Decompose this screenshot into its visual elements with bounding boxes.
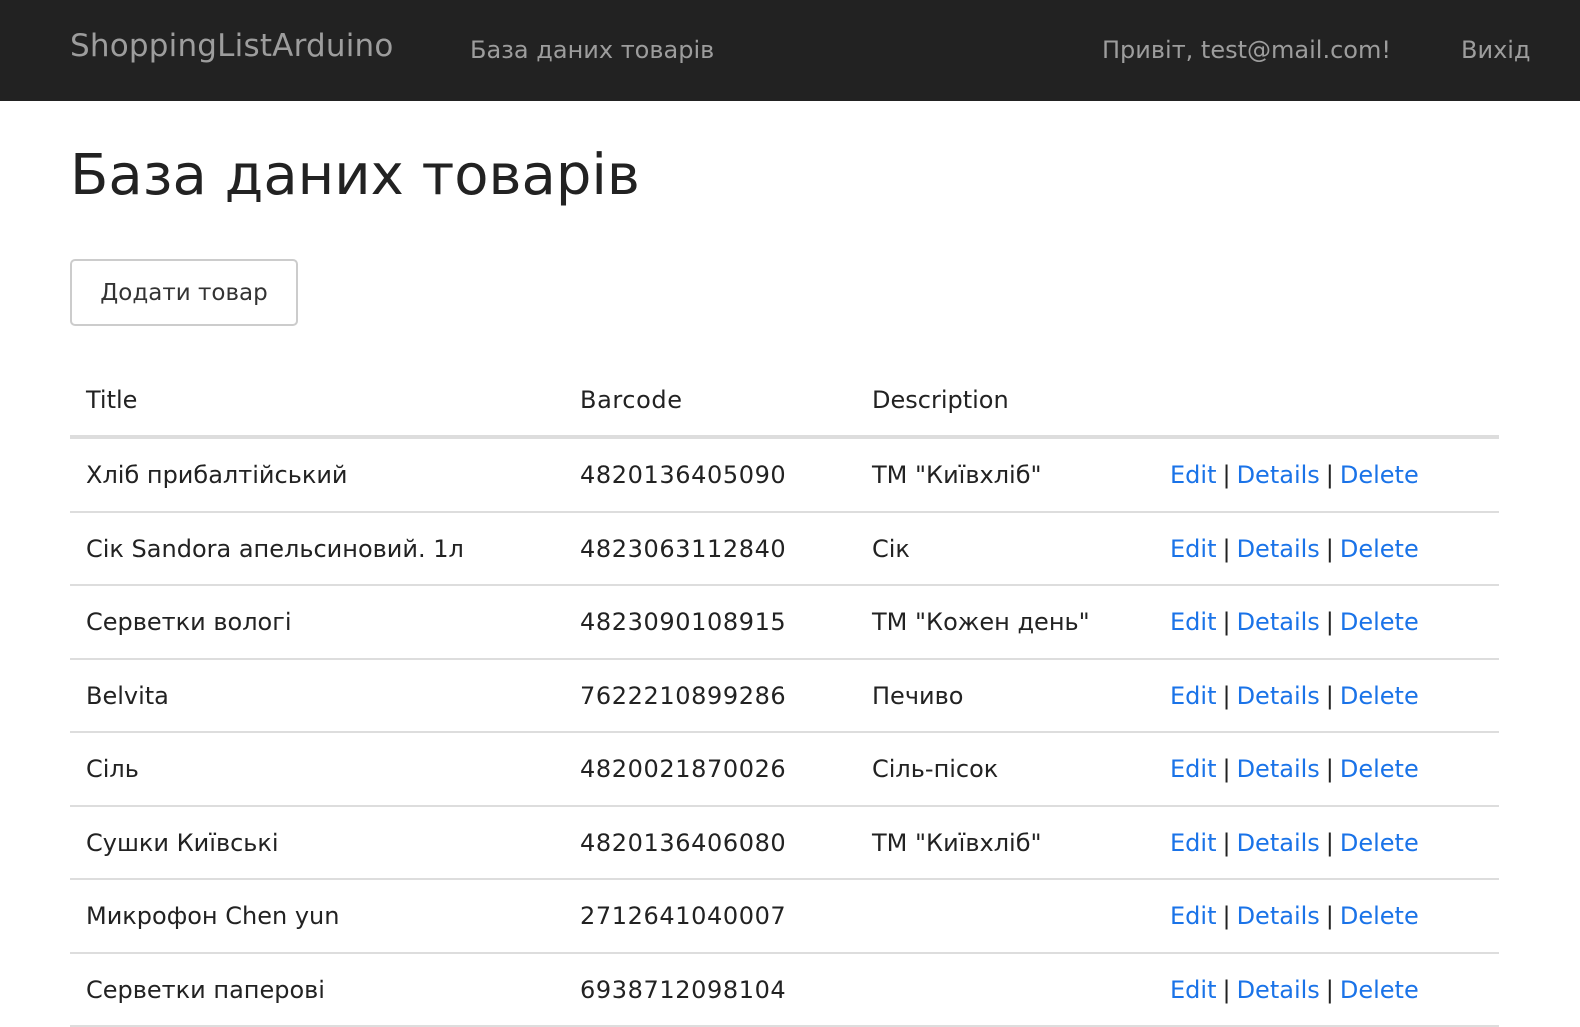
cell-title: Микрофон Chen yun bbox=[86, 902, 339, 930]
cell-barcode: 4823090108915 bbox=[580, 608, 786, 636]
user-greeting-link[interactable]: Привіт, test@mail.com! bbox=[1102, 36, 1391, 64]
logout-link[interactable]: Вихід bbox=[1461, 36, 1531, 64]
cell-barcode: 4820136405090 bbox=[580, 461, 786, 489]
table-row: Сушки Київські 4820136406080 ТМ "Київхліб"… bbox=[70, 807, 1499, 881]
brand-link[interactable]: ShoppingListArduino bbox=[70, 28, 394, 64]
row-actions: Edit|Details|Delete bbox=[1170, 976, 1419, 1004]
details-link[interactable]: Details bbox=[1237, 976, 1320, 1004]
nav-products-db-link[interactable]: База даних товарів bbox=[470, 36, 714, 64]
cell-barcode: 7622210899286 bbox=[580, 682, 786, 710]
action-separator: | bbox=[1222, 682, 1230, 710]
table-row: Хліб прибалтійський 4820136405090 ТМ "Київ… bbox=[70, 439, 1499, 513]
edit-link[interactable]: Edit bbox=[1170, 682, 1216, 710]
cell-description: Печиво bbox=[872, 682, 963, 710]
action-separator: | bbox=[1326, 535, 1334, 563]
delete-link[interactable]: Delete bbox=[1340, 902, 1419, 930]
details-link[interactable]: Details bbox=[1237, 608, 1320, 636]
delete-link[interactable]: Delete bbox=[1340, 829, 1419, 857]
table-row: Belvita7622210899286ПечивоEdit|Details|D… bbox=[70, 660, 1499, 734]
table-header-row: Title Barcode Description bbox=[70, 366, 1499, 439]
details-link[interactable]: Details bbox=[1237, 902, 1320, 930]
delete-link[interactable]: Delete bbox=[1340, 535, 1419, 563]
row-actions: Edit|Details|Delete bbox=[1170, 829, 1419, 857]
edit-link[interactable]: Edit bbox=[1170, 976, 1216, 1004]
cell-description: ТМ "Київхліб" bbox=[872, 461, 1042, 489]
cell-title: Сушки Київські bbox=[86, 829, 279, 857]
action-separator: | bbox=[1326, 976, 1334, 1004]
row-actions: Edit|Details|Delete bbox=[1170, 682, 1419, 710]
table-row: Микрофон Chen yun2712641040007Edit|Detai… bbox=[70, 880, 1499, 954]
edit-link[interactable]: Edit bbox=[1170, 535, 1216, 563]
details-link[interactable]: Details bbox=[1237, 461, 1320, 489]
row-actions: Edit|Details|Delete bbox=[1170, 461, 1419, 489]
add-product-button[interactable]: Додати товар bbox=[70, 259, 298, 326]
delete-link[interactable]: Delete bbox=[1340, 682, 1419, 710]
cell-barcode: 4820136406080 bbox=[580, 829, 786, 857]
cell-description: Сіль-пісок bbox=[872, 755, 998, 783]
action-separator: | bbox=[1222, 976, 1230, 1004]
row-actions: Edit|Details|Delete bbox=[1170, 902, 1419, 930]
header-title: Title bbox=[86, 386, 137, 414]
details-link[interactable]: Details bbox=[1237, 755, 1320, 783]
edit-link[interactable]: Edit bbox=[1170, 755, 1216, 783]
delete-link[interactable]: Delete bbox=[1340, 755, 1419, 783]
action-separator: | bbox=[1222, 755, 1230, 783]
delete-link[interactable]: Delete bbox=[1340, 461, 1419, 489]
cell-barcode: 4820021870026 bbox=[580, 755, 786, 783]
top-navbar: ShoppingListArduino База даних товарів П… bbox=[0, 0, 1580, 101]
table-row: Серветки вологі 4823090108915 ТМ "Кожен де… bbox=[70, 586, 1499, 660]
edit-link[interactable]: Edit bbox=[1170, 902, 1216, 930]
edit-link[interactable]: Edit bbox=[1170, 829, 1216, 857]
table-body: Хліб прибалтійський 4820136405090 ТМ "Київ… bbox=[70, 439, 1499, 1027]
delete-link[interactable]: Delete bbox=[1340, 976, 1419, 1004]
action-separator: | bbox=[1222, 608, 1230, 636]
action-separator: | bbox=[1222, 829, 1230, 857]
action-separator: | bbox=[1222, 902, 1230, 930]
cell-title: Серветки паперові bbox=[86, 976, 325, 1004]
details-link[interactable]: Details bbox=[1237, 829, 1320, 857]
action-separator: | bbox=[1326, 461, 1334, 489]
cell-description: ТМ "Кожен день" bbox=[872, 608, 1090, 636]
action-separator: | bbox=[1326, 608, 1334, 636]
products-table: Title Barcode Description Хліб прибалтій… bbox=[70, 366, 1499, 1027]
table-row: Серветки паперові6938712098104Edit|Detai… bbox=[70, 954, 1499, 1027]
page-title: База даних товарів bbox=[70, 143, 640, 208]
action-separator: | bbox=[1326, 755, 1334, 783]
row-actions: Edit|Details|Delete bbox=[1170, 755, 1419, 783]
row-actions: Edit|Details|Delete bbox=[1170, 608, 1419, 636]
cell-title: Серветки вологі bbox=[86, 608, 292, 636]
edit-link[interactable]: Edit bbox=[1170, 608, 1216, 636]
header-description: Description bbox=[872, 386, 1009, 414]
cell-title: Хліб прибалтійський bbox=[86, 461, 348, 489]
cell-barcode: 6938712098104 bbox=[580, 976, 786, 1004]
cell-title: Belvita bbox=[86, 682, 169, 710]
action-separator: | bbox=[1326, 829, 1334, 857]
cell-barcode: 2712641040007 bbox=[580, 902, 786, 930]
table-row: Сік Sandora апельсиновий. 1л 482306311284… bbox=[70, 513, 1499, 587]
action-separator: | bbox=[1222, 535, 1230, 563]
action-separator: | bbox=[1326, 682, 1334, 710]
details-link[interactable]: Details bbox=[1237, 682, 1320, 710]
cell-description: ТМ "Київхліб" bbox=[872, 829, 1042, 857]
cell-title: Сіль bbox=[86, 755, 139, 783]
cell-title: Сік Sandora апельсиновий. 1л bbox=[86, 535, 464, 563]
row-actions: Edit|Details|Delete bbox=[1170, 535, 1419, 563]
header-barcode: Barcode bbox=[580, 386, 683, 414]
cell-description: Сік bbox=[872, 535, 910, 563]
action-separator: | bbox=[1222, 461, 1230, 489]
cell-barcode: 4823063112840 bbox=[580, 535, 786, 563]
table-row: Сіль4820021870026Сіль-пісокEdit|Details|… bbox=[70, 733, 1499, 807]
action-separator: | bbox=[1326, 902, 1334, 930]
delete-link[interactable]: Delete bbox=[1340, 608, 1419, 636]
edit-link[interactable]: Edit bbox=[1170, 461, 1216, 489]
details-link[interactable]: Details bbox=[1237, 535, 1320, 563]
